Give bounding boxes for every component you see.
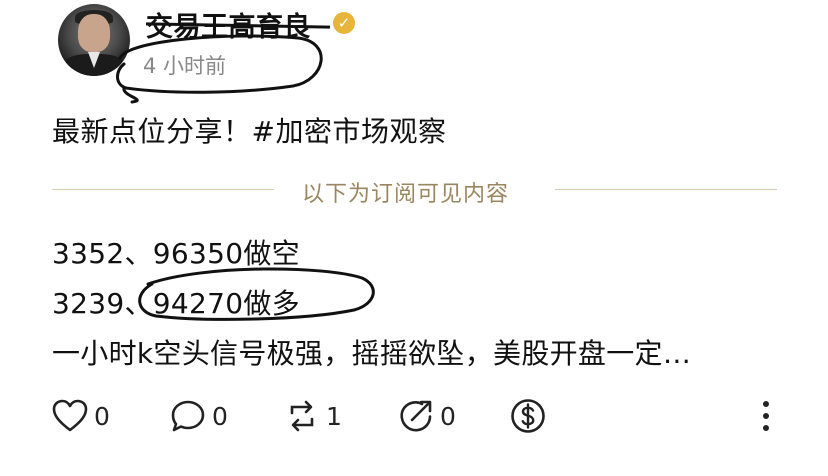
value-circle-annotation [138, 267, 375, 321]
tip-button[interactable] [510, 396, 546, 436]
timestamp-circle-annotation [116, 34, 323, 104]
divider-line-right [555, 189, 777, 190]
more-button[interactable] [756, 396, 776, 436]
share-button[interactable]: 0 [398, 396, 456, 436]
repost-count: 1 [326, 401, 342, 431]
share-count: 0 [440, 401, 456, 431]
repost-icon [290, 400, 314, 432]
content-line: 一小时k空头信号极强，摇摇欲坠，美股开盘一定… [52, 337, 692, 370]
more-vertical-icon [763, 401, 769, 431]
like-button[interactable]: 0 [52, 396, 110, 436]
post-text: 最新点位分享！#加密市场观察 [52, 115, 447, 148]
subscriber-divider-label: 以下为订阅可见内容 [302, 182, 510, 207]
dollar-icon [511, 399, 545, 433]
share-icon [400, 400, 432, 432]
divider-line-left [52, 189, 274, 190]
comment-button[interactable]: 0 [170, 396, 228, 436]
comment-icon [171, 400, 205, 432]
heart-icon [52, 399, 88, 432]
repost-button[interactable]: 1 [284, 396, 342, 436]
comment-count: 0 [212, 401, 228, 431]
like-count: 0 [94, 401, 110, 431]
